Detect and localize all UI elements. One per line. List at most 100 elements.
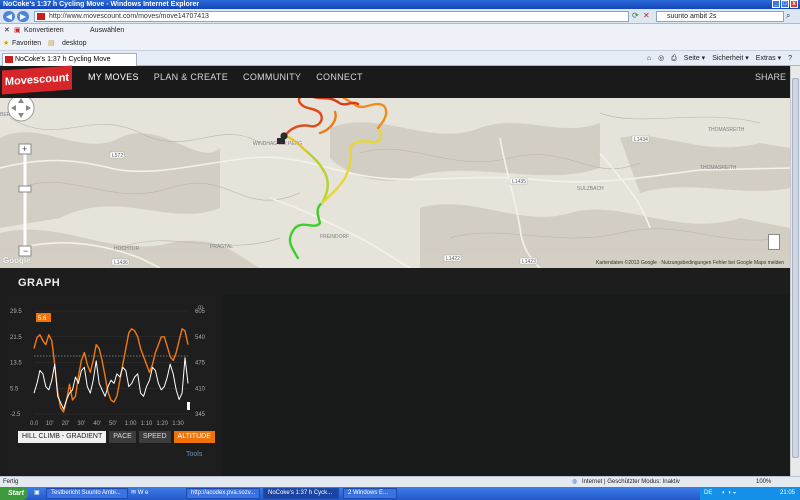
nav-connect[interactable]: CONNECT	[316, 72, 363, 82]
x-tick-label: 10'	[46, 421, 54, 427]
address-field[interactable]: http://www.movescount.com/moves/move1470…	[34, 11, 629, 22]
window-controls: _ □ x	[772, 0, 798, 8]
route-map[interactable]: WINDHAG BEI PERG THOMASREITH THOMASREITH…	[0, 98, 790, 268]
vertical-scrollbar[interactable]	[790, 66, 800, 476]
home-icon[interactable]: ⌂	[647, 54, 651, 64]
altitude-button[interactable]: ALTITUDE	[173, 431, 215, 443]
search-value: suunto ambit 2s	[667, 13, 717, 20]
back-button[interactable]: ◀	[3, 11, 15, 22]
tab-favicon	[5, 56, 13, 63]
nav-community[interactable]: COMMUNITY	[243, 72, 301, 82]
pdf-icon: ▣	[14, 27, 21, 34]
google-logo: Google	[3, 256, 31, 265]
pan-control-icon[interactable]	[4, 98, 38, 132]
zoom-slider[interactable]: + −	[3, 138, 37, 258]
status-bar: Fertig ◍ Internet | Geschützter Modus: I…	[0, 476, 800, 487]
share-link[interactable]: SHARE	[755, 72, 786, 82]
forward-button[interactable]: ▶	[17, 11, 29, 22]
road-l1422: L1422	[446, 256, 460, 262]
print-icon[interactable]: ⎙	[671, 54, 677, 64]
left-tick-label: 21.5	[10, 335, 22, 341]
favorites-button[interactable]: Favoriten	[12, 37, 41, 51]
tray-icons[interactable]: ◐ ◑ ◒	[722, 490, 736, 496]
hill-climb-gradient-button[interactable]: HILL CLIMB - GRADIENT	[18, 431, 107, 443]
start-button[interactable]: Start	[0, 487, 28, 500]
map-label-thomasreith-1: THOMASREITH	[708, 127, 745, 133]
tools-menu[interactable]: Extras ▾	[756, 54, 781, 64]
x-tick-label: 1:20	[156, 421, 168, 427]
globe-icon: ◍	[572, 479, 578, 485]
page-content: Movescount MY MOVES PLAN & CREATE COMMUN…	[0, 65, 790, 476]
command-bar: ⌂ ◎ ⎙ Seite ▾ Sicherheit ▾ Extras ▾ ?	[647, 54, 792, 64]
map-attribution[interactable]: Kartendaten ©2013 Google · Nutzungsbedin…	[596, 260, 784, 266]
x-axis-ticks: 0.0 10' 20' 30' 40' 50' 1:00 1:10 1:20 1:30	[30, 421, 185, 427]
speed-button[interactable]: SPEED	[138, 431, 171, 443]
feeds-icon[interactable]: ◎	[658, 54, 664, 64]
security-zone[interactable]: Internet | Geschützter Modus: Inaktiv	[582, 477, 680, 487]
map-controls: + −	[3, 138, 37, 258]
zoom-level[interactable]: 100%	[756, 477, 771, 487]
graph-chart[interactable]: 29.521.513.55.5-2.5 605540475410345 0.0 1…	[8, 301, 215, 431]
road-l1434: L1434	[634, 137, 648, 143]
movescount-logo[interactable]: Movescount	[2, 65, 72, 95]
finish-marker[interactable]	[277, 138, 285, 144]
streetview-pegman-icon[interactable]	[768, 234, 780, 250]
graph-title: GRAPH	[18, 277, 61, 289]
road-l1436: L1436	[114, 260, 128, 266]
scrub-handle[interactable]	[187, 402, 190, 410]
tab-label: NoCoke's 1:37 h Cycling Move	[15, 56, 111, 63]
stop-icon[interactable]: ✕	[643, 11, 652, 22]
favorites-row: ★ Favoriten ▤ desktop	[0, 37, 800, 51]
language-indicator[interactable]: DE	[704, 490, 712, 496]
road-l1435: L1435	[512, 179, 526, 185]
svg-text:+: +	[22, 144, 27, 154]
address-url: http://www.movescount.com/moves/move1470…	[49, 13, 209, 20]
search-input[interactable]: suunto ambit 2s	[656, 11, 784, 22]
konvertieren-button[interactable]: Konvertieren	[24, 24, 64, 37]
nav-my-moves[interactable]: MY MOVES	[88, 72, 139, 82]
site-nav: Movescount MY MOVES PLAN & CREATE COMMUN…	[0, 65, 790, 98]
scrollbar-thumb[interactable]	[792, 78, 799, 458]
maximize-button[interactable]: □	[781, 0, 789, 8]
quicklaunch-icons[interactable]: ▣	[34, 489, 40, 496]
map-label-hochtor: HOCHTOR	[114, 246, 140, 252]
security-menu[interactable]: Sicherheit ▾	[712, 54, 749, 64]
close-toolbar-icon[interactable]: ✕	[4, 24, 10, 37]
site-favicon	[37, 13, 45, 20]
status-text: Fertig	[3, 479, 19, 485]
x-tick-label: 0.0	[30, 421, 39, 427]
help-icon[interactable]: ?	[788, 54, 792, 64]
x-tick-label: 50'	[109, 421, 117, 427]
right-tick-label: 410	[195, 386, 206, 392]
page-menu[interactable]: Seite ▾	[684, 54, 705, 64]
graph-mode-buttons: HILL CLIMB - GRADIENT PACE SPEED ALTITUD…	[18, 431, 215, 443]
map-label-thomasreith-2: THOMASREITH	[700, 165, 737, 171]
left-tick-label: -2.5	[10, 412, 21, 418]
window-title: NoCoke's 1:37 h Cycling Move - Windows I…	[3, 1, 200, 8]
desktop-link[interactable]: desktop	[62, 37, 87, 51]
close-button[interactable]: x	[790, 0, 798, 8]
left-tick-label: 5.5	[10, 386, 19, 392]
auswaehlen-button[interactable]: Auswählen	[90, 24, 124, 37]
svg-text:−: −	[23, 246, 28, 256]
minimize-button[interactable]: _	[772, 0, 780, 8]
nav-plan-create[interactable]: PLAN & CREATE	[154, 72, 228, 82]
current-value-label: 5.6	[38, 316, 47, 322]
star-icon: ★	[3, 40, 10, 47]
tab-row: NoCoke's 1:37 h Cycling Move ⌂ ◎ ⎙ Seite…	[0, 51, 800, 66]
taskbar-item-acodex[interactable]: http://acodex.pva.sozv...	[186, 488, 260, 499]
browser-tab[interactable]: NoCoke's 1:37 h Cycling Move	[2, 53, 137, 66]
graph-detail-area	[222, 295, 790, 476]
toolbar-row: ✕ ▣ Konvertieren Auswählen	[0, 24, 800, 37]
map-label-freindorf: FREINDORF	[320, 234, 349, 240]
tools-link[interactable]: Tools	[186, 451, 202, 458]
refresh-icon[interactable]: ⟳	[632, 11, 641, 22]
quicklaunch-extra-icons[interactable]: ✉ W e	[131, 489, 148, 496]
taskbar-item-movescount[interactable]: NoCoke's 1:37 h Cyck...	[263, 488, 339, 499]
x-tick-label: 30'	[77, 421, 85, 427]
right-axis-unit: m	[198, 305, 203, 311]
search-icon[interactable]: ⌕	[786, 11, 790, 21]
taskbar-item-explorer[interactable]: 2 Windows E...	[343, 488, 397, 499]
pace-button[interactable]: PACE	[109, 431, 136, 443]
taskbar-item-testbericht[interactable]: Testbericht Suunto Ambi...	[46, 488, 128, 499]
